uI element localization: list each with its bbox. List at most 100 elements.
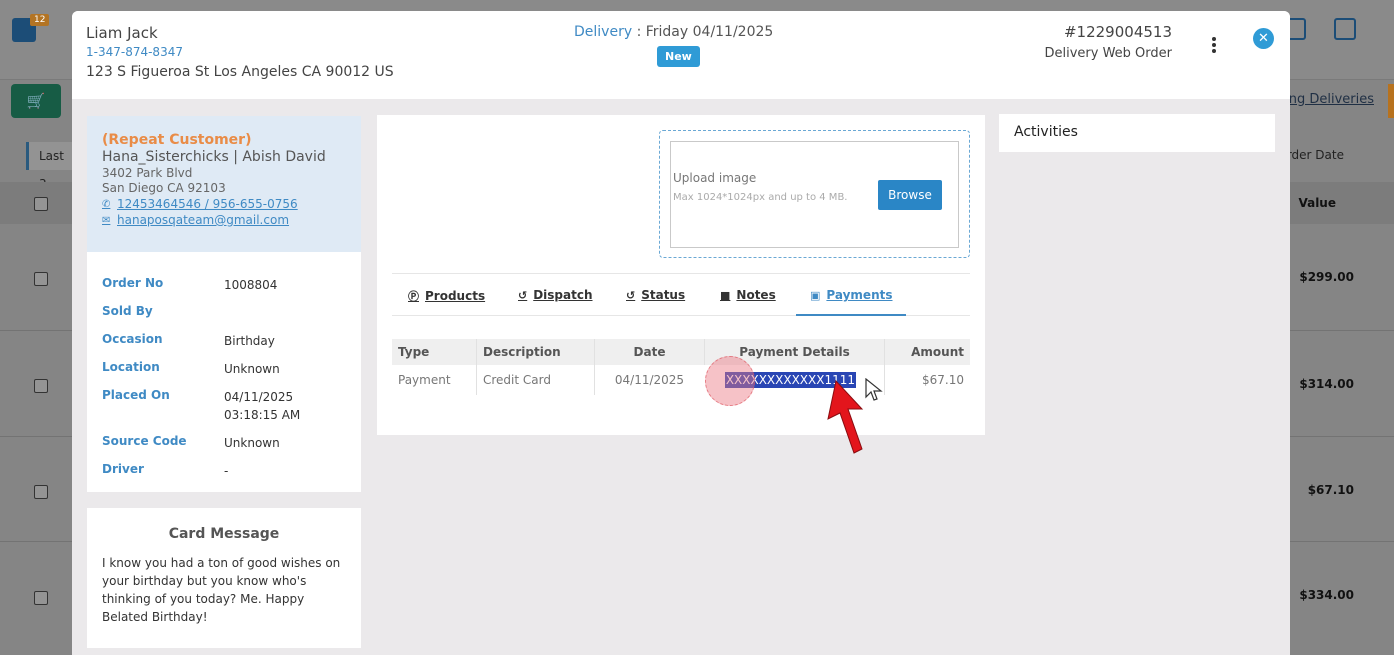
detail-key: Driver: [102, 462, 144, 476]
recipient-phones[interactable]: 12453464546 / 956-655-0756: [117, 197, 298, 211]
detail-key: Placed On: [102, 388, 170, 402]
select-all-checkbox: [34, 197, 48, 211]
recipient-email[interactable]: hanaposqateam@gmail.com: [117, 213, 289, 227]
cart-button: 🛒: [11, 84, 61, 118]
customer-address: 123 S Figueroa St Los Angeles CA 90012 U…: [86, 64, 394, 80]
row-amount: $67.10: [1307, 483, 1354, 497]
detail-row-occasion: Occasion Birthday: [87, 332, 361, 360]
upload-hint: Max 1024*1024px and up to 4 MB.: [673, 192, 848, 203]
detail-value: 04/11/2025 03:18:15 AM: [224, 388, 300, 424]
cell-type: Payment: [398, 373, 451, 387]
notification-badge: 12: [30, 14, 50, 26]
activities-title: Activities: [1014, 124, 1078, 140]
tab-label: Payments: [826, 288, 893, 302]
card-message-text: I know you had a ton of good wishes on y…: [102, 556, 341, 624]
placed-date: 04/11/2025: [224, 390, 294, 404]
customer-name: Liam Jack: [86, 24, 158, 42]
browse-button[interactable]: Browse: [878, 180, 942, 210]
order-detail-modal: Liam Jack 1-347-874-8347 123 S Figueroa …: [72, 11, 1290, 655]
tab-notes[interactable]: ■ Notes: [720, 288, 776, 302]
phone-icon: ✆: [102, 198, 111, 210]
notes-icon: ■: [720, 288, 731, 302]
card-message-title: Card Message: [168, 526, 280, 542]
value-column-header: Value: [1298, 196, 1336, 210]
cell-date: 04/11/2025: [594, 365, 704, 395]
status-badge: New: [657, 46, 700, 67]
detail-key: Source Code: [102, 434, 187, 448]
tab-label: Notes: [736, 288, 776, 302]
dispatch-icon: ↺: [518, 288, 528, 302]
monitor-icon: [1334, 18, 1356, 40]
col-header-description: Description: [476, 339, 594, 365]
row-amount: $314.00: [1299, 377, 1354, 391]
detail-value: 1008804: [224, 278, 278, 292]
detail-key: Location: [102, 360, 160, 374]
orange-tab: [1388, 84, 1394, 118]
delivery-label: Delivery: [574, 24, 633, 40]
upload-box: Upload image Max 1024*1024px and up to 4…: [670, 141, 959, 248]
status-icon: ↺: [626, 288, 636, 302]
col-header-type: Type: [398, 345, 430, 359]
recipient-street: 3402 Park Blvd: [102, 166, 193, 180]
tab-label: Dispatch: [533, 288, 593, 302]
recipient-name: Hana_Sisterchicks | Abish David: [102, 149, 326, 165]
active-tab-indicator: [796, 314, 906, 316]
order-number: #1229004513: [1063, 23, 1172, 41]
detail-value: -: [224, 464, 229, 478]
mouse-cursor-icon: [865, 378, 883, 401]
detail-row-source-code: Source Code Unknown: [87, 434, 361, 462]
close-icon[interactable]: ✕: [1253, 28, 1274, 49]
col-header-date: Date: [594, 339, 704, 365]
tab-label: Products: [425, 289, 486, 303]
recipient-city: San Diego CA 92103: [102, 181, 226, 195]
detail-value: Birthday: [224, 334, 275, 348]
detail-row-location: Location Unknown: [87, 360, 361, 388]
envelope-icon: ✉: [102, 214, 111, 226]
order-tabs: Ⓟ Products ↺ Dispatch ↺ Status ■ Notes ▣…: [392, 273, 970, 316]
pending-deliveries-link: ling Deliveries: [1281, 92, 1375, 107]
top-right-icons: [1284, 18, 1394, 48]
detail-row-placed-on: Placed On 04/11/2025 03:18:15 AM: [87, 388, 361, 434]
detail-value: Unknown: [224, 436, 280, 450]
customer-phone[interactable]: 1-347-874-8347: [86, 45, 183, 59]
upload-title: Upload image: [673, 171, 757, 185]
order-source: Delivery Web Order: [1044, 46, 1172, 61]
payments-icon: ▣: [810, 288, 821, 302]
click-indicator: [705, 356, 755, 406]
detail-key: Occasion: [102, 332, 163, 346]
activities-panel: Activities: [999, 114, 1275, 152]
tab-status[interactable]: ↺ Status: [626, 288, 685, 302]
row-amount: $334.00: [1299, 588, 1354, 602]
order-details-panel: Order No 1008804 Sold By Occasion Birthd…: [87, 252, 361, 492]
recipient-phone-link[interactable]: ✆ 12453464546 / 956-655-0756: [102, 197, 346, 211]
detail-row-order-no: Order No 1008804: [87, 276, 361, 304]
table-header-row: Type Description Date Payment Details Am…: [392, 339, 970, 365]
products-icon: Ⓟ: [408, 290, 419, 303]
recipient-card: (Repeat Customer) Hana_Sisterchicks | Ab…: [87, 116, 361, 252]
row-amount: $299.00: [1299, 270, 1354, 284]
placed-time: 03:18:15 AM: [224, 408, 301, 422]
detail-row-sold-by: Sold By: [87, 304, 361, 332]
tab-label: Status: [641, 288, 686, 302]
detail-value: Unknown: [224, 362, 280, 376]
date-range-filter: Last 3: [26, 142, 72, 191]
modal-header: Liam Jack 1-347-874-8347 123 S Figueroa …: [72, 11, 1290, 99]
detail-key: Order No: [102, 276, 164, 290]
col-header-amount: Amount: [884, 339, 970, 365]
recipient-email-link[interactable]: ✉ hanaposqateam@gmail.com: [102, 213, 346, 227]
tab-payments[interactable]: ▣ Payments: [810, 288, 893, 302]
more-options-icon[interactable]: [1210, 37, 1218, 55]
row-checkbox: [34, 591, 48, 605]
delivery-date: : Friday 04/11/2025: [632, 24, 774, 40]
tab-products[interactable]: Ⓟ Products: [408, 288, 485, 304]
tab-dispatch[interactable]: ↺ Dispatch: [518, 288, 593, 302]
cell-amount: $67.10: [884, 365, 970, 395]
detail-key: Sold By: [102, 304, 153, 318]
row-checkbox: [34, 379, 48, 393]
row-checkbox: [34, 485, 48, 499]
delivery-info: Delivery : Friday 04/11/2025: [574, 24, 773, 40]
row-checkbox: [34, 272, 48, 286]
detail-row-driver: Driver -: [87, 462, 361, 490]
cell-description: Credit Card: [476, 365, 594, 395]
upload-dropzone[interactable]: Upload image Max 1024*1024px and up to 4…: [659, 130, 970, 258]
